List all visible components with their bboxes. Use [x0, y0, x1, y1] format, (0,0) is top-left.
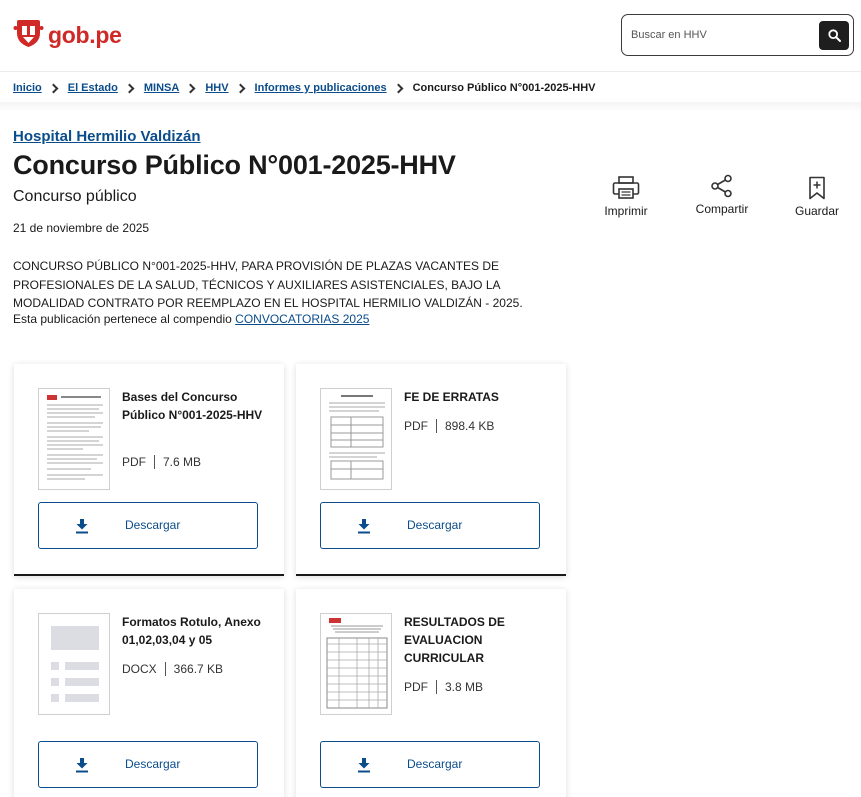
- document-thumbnail: [320, 613, 392, 715]
- document-type: DOCX: [122, 662, 157, 676]
- breadcrumb-current: Concurso Público N°001-2025-HHV: [412, 82, 596, 94]
- download-icon: [76, 519, 88, 534]
- document-type: PDF: [404, 680, 428, 694]
- document-card: Bases del Concurso Público N°001-2025-HH…: [14, 364, 284, 576]
- document-title: FE DE ERRATAS: [404, 390, 499, 404]
- breadcrumb-el-estado[interactable]: El Estado: [68, 82, 118, 94]
- document-title: Formatos Rotulo, Anexo 01,02,03,04 y 05: [122, 615, 261, 647]
- chevron-right-icon: [124, 83, 135, 93]
- document-meta: PDF 898.4 KB: [404, 419, 494, 433]
- document-thumbnail: [38, 388, 110, 490]
- breadcrumb-inicio[interactable]: Inicio: [13, 82, 42, 94]
- generic-file-icon: [51, 626, 99, 702]
- chevron-right-icon: [48, 83, 59, 93]
- document-size: 366.7 KB: [173, 662, 224, 676]
- site-header: gob.pe: [0, 0, 861, 72]
- download-button[interactable]: Descargar: [38, 502, 258, 549]
- breadcrumb-minsa[interactable]: MINSA: [144, 82, 179, 94]
- document-title: RESULTADOS DE EVALUACION CURRICULAR: [404, 615, 505, 665]
- search-box: [621, 14, 854, 56]
- download-button[interactable]: Descargar: [320, 741, 540, 788]
- share-icon: [711, 174, 732, 198]
- download-label: Descargar: [407, 518, 463, 532]
- save-button[interactable]: Guardar: [794, 176, 840, 218]
- publication-date: 21 de noviembre de 2025: [13, 221, 150, 235]
- compendium-link[interactable]: CONVOCATORIAS 2025: [235, 312, 369, 326]
- document-meta: PDF 7.6 MB: [122, 455, 201, 469]
- document-card: RESULTADOS DE EVALUACION CURRICULAR PDF …: [296, 589, 566, 797]
- meta-divider: [436, 419, 437, 433]
- download-label: Descargar: [407, 757, 463, 771]
- download-button[interactable]: Descargar: [38, 741, 258, 788]
- document-type: PDF: [122, 455, 146, 469]
- search-icon: [827, 29, 841, 42]
- breadcrumb-hhv[interactable]: HHV: [205, 82, 228, 94]
- print-button[interactable]: Imprimir: [603, 176, 649, 218]
- download-button[interactable]: Descargar: [320, 502, 540, 549]
- download-icon: [358, 758, 370, 773]
- logo-text: gob.pe: [48, 22, 122, 48]
- breadcrumb-informes[interactable]: Informes y publicaciones: [255, 82, 387, 94]
- printer-icon: [612, 176, 640, 199]
- breadcrumb-divider: [0, 102, 861, 112]
- document-meta: DOCX 366.7 KB: [122, 662, 223, 676]
- share-label: Compartir: [695, 202, 749, 216]
- download-icon: [76, 758, 88, 773]
- document-size: 3.8 MB: [445, 680, 484, 694]
- document-title: Bases del Concurso Público N°001-2025-HH…: [122, 390, 263, 422]
- share-button[interactable]: Compartir: [694, 174, 750, 216]
- search-input[interactable]: [631, 25, 811, 45]
- document-meta: PDF 3.8 MB: [404, 680, 483, 694]
- page-title: Concurso Público N°001-2025-HHV: [13, 150, 456, 180]
- institution-link[interactable]: Hospital Hermilio Valdizán: [13, 128, 201, 145]
- print-label: Imprimir: [604, 204, 648, 218]
- peru-shield-icon: [13, 18, 44, 53]
- chevron-right-icon: [235, 83, 245, 93]
- document-card: FE DE ERRATAS PDF 898.4 KB Descargar: [296, 364, 566, 576]
- meta-divider: [154, 455, 155, 469]
- page-subtitle: Concurso público: [13, 188, 137, 205]
- download-label: Descargar: [125, 757, 181, 771]
- publication-description: CONCURSO PÚBLICO N°001-2025-HHV, PARA PR…: [13, 259, 523, 310]
- download-icon: [358, 519, 370, 534]
- meta-divider: [436, 680, 437, 694]
- document-type: PDF: [404, 419, 428, 433]
- chevron-right-icon: [185, 83, 196, 93]
- save-label: Guardar: [794, 204, 840, 218]
- document-thumbnail: [38, 613, 110, 715]
- gobpe-logo[interactable]: gob.pe: [13, 18, 122, 53]
- chevron-right-icon: [393, 83, 404, 93]
- meta-divider: [164, 662, 166, 676]
- document-size: 898.4 KB: [445, 419, 495, 433]
- breadcrumb: Inicio El Estado MINSA HHV Informes y pu…: [13, 80, 596, 96]
- bookmark-add-icon: [809, 176, 825, 200]
- document-size: 7.6 MB: [163, 455, 202, 469]
- document-card: Formatos Rotulo, Anexo 01,02,03,04 y 05 …: [14, 589, 284, 797]
- compendium-note: Esta publicación pertenece al compendio …: [13, 312, 369, 326]
- download-label: Descargar: [125, 518, 181, 532]
- compendium-prefix: Esta publicación pertenece al compendio: [13, 312, 232, 326]
- document-thumbnail: [320, 388, 392, 490]
- search-button[interactable]: [819, 21, 849, 50]
